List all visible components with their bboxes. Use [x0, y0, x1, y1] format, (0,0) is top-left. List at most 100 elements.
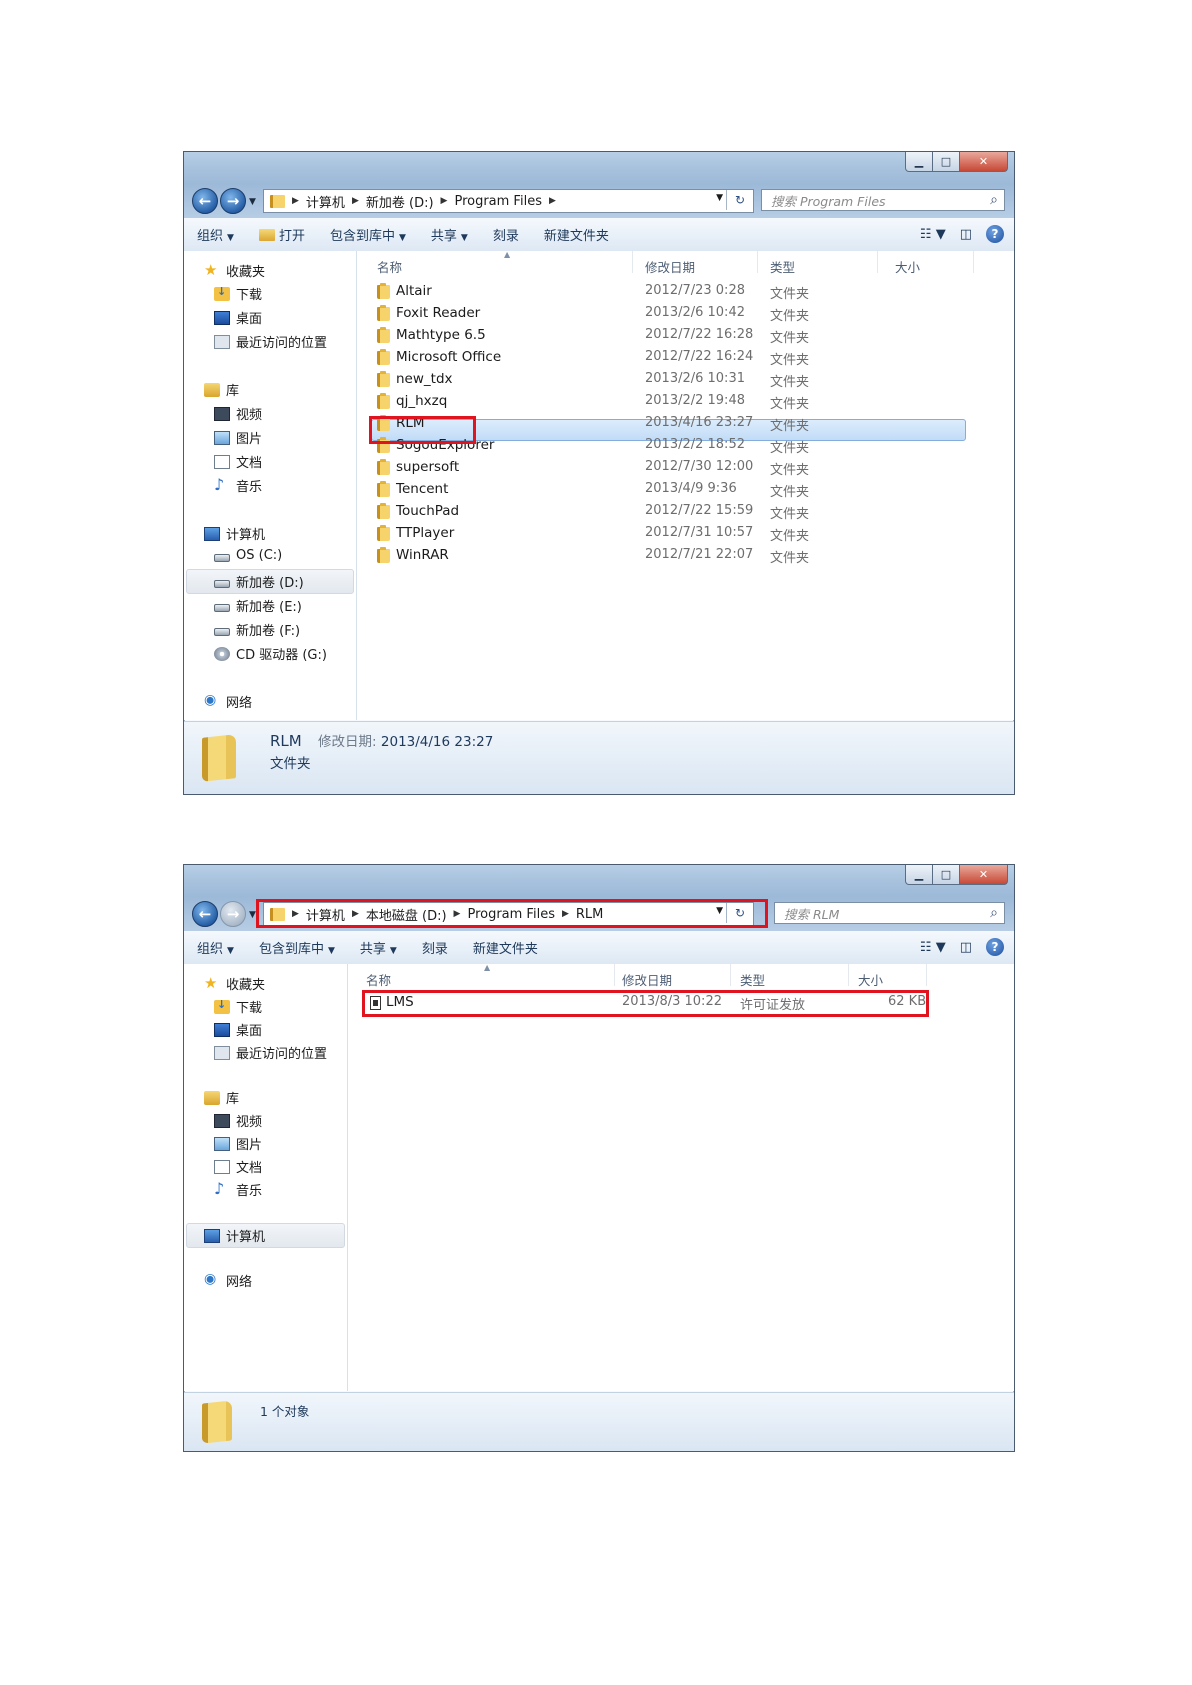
nav-desktop[interactable]: 桌面	[214, 1020, 262, 1039]
breadcrumb-segment[interactable]: 本地磁盘 (D:)	[366, 905, 447, 924]
column-divider[interactable]	[877, 251, 878, 273]
nav-favorites[interactable]: 收藏夹	[204, 261, 265, 281]
column-divider[interactable]	[632, 251, 633, 273]
preview-pane-icon[interactable]: ◫	[960, 227, 972, 242]
help-icon[interactable]: ?	[986, 225, 1004, 243]
column-type-header[interactable]: 类型	[770, 257, 795, 276]
refresh-icon[interactable]: ↻	[726, 190, 753, 210]
table-row[interactable]: WinRAR 2012/7/21 22:07 文件夹	[357, 545, 997, 567]
nav-videos[interactable]: 视频	[214, 404, 262, 423]
back-button[interactable]: ←	[192, 901, 218, 927]
nav-network[interactable]: 网络	[204, 692, 252, 712]
chevron-right-icon[interactable]: ▶	[562, 909, 569, 919]
breadcrumb-segment[interactable]: Program Files	[454, 194, 542, 209]
share-button[interactable]: 共享 ▼	[360, 938, 397, 957]
help-icon[interactable]: ?	[986, 938, 1004, 956]
nav-pictures[interactable]: 图片	[214, 428, 262, 447]
nav-network[interactable]: 网络	[204, 1271, 252, 1291]
chevron-right-icon[interactable]: ▶	[292, 909, 299, 919]
share-button[interactable]: 共享 ▼	[431, 225, 468, 244]
recent-pages-dropdown[interactable]: ▼	[249, 197, 256, 207]
table-row[interactable]: LMS 2013/8/3 10:22 许可证发放 62 KB	[348, 992, 948, 1014]
column-divider[interactable]	[757, 251, 758, 273]
table-row[interactable]: new_tdx 2013/2/6 10:31 文件夹	[357, 369, 997, 391]
table-row[interactable]: qj_hxzq 2013/2/2 19:48 文件夹	[357, 391, 997, 413]
close-button[interactable]: ✕	[959, 865, 1008, 885]
nav-drive-f[interactable]: 新加卷 (F:)	[214, 620, 300, 639]
nav-favorites[interactable]: 收藏夹	[204, 974, 265, 994]
breadcrumb-segment[interactable]: 计算机	[306, 192, 345, 211]
table-row[interactable]: TTPlayer 2012/7/31 10:57 文件夹	[357, 523, 997, 545]
nav-downloads[interactable]: 下载	[214, 284, 262, 303]
nav-drive-d[interactable]: 新加卷 (D:)	[214, 572, 304, 591]
nav-recent[interactable]: 最近访问的位置	[214, 1043, 327, 1062]
column-divider[interactable]	[848, 964, 849, 986]
burn-button[interactable]: 刻录	[422, 938, 448, 957]
chevron-right-icon[interactable]: ▶	[549, 196, 556, 206]
burn-button[interactable]: 刻录	[493, 225, 519, 244]
forward-button[interactable]: →	[220, 188, 246, 214]
nav-libraries[interactable]: 库	[204, 380, 239, 399]
breadcrumb-segment[interactable]: Program Files	[467, 907, 555, 922]
new-folder-button[interactable]: 新建文件夹	[473, 938, 538, 957]
forward-button[interactable]: →	[220, 901, 246, 927]
title-bar[interactable]: ▁ □ ✕	[184, 152, 1014, 184]
column-type-header[interactable]: 类型	[740, 970, 765, 989]
include-library-button[interactable]: 包含到库中 ▼	[330, 225, 406, 244]
nav-desktop[interactable]: 桌面	[214, 308, 262, 327]
table-row[interactable]: Altair 2012/7/23 0:28 文件夹	[357, 281, 997, 303]
search-input[interactable]: 搜索 Program Files ⌕	[761, 189, 1005, 211]
address-dropdown-icon[interactable]: ▼	[716, 906, 723, 916]
table-row[interactable]: TouchPad 2012/7/22 15:59 文件夹	[357, 501, 997, 523]
column-name-header[interactable]: 名称	[366, 970, 391, 989]
preview-pane-icon[interactable]: ◫	[960, 940, 972, 955]
new-folder-button[interactable]: 新建文件夹	[544, 225, 609, 244]
nav-libraries[interactable]: 库	[204, 1088, 239, 1107]
nav-pictures[interactable]: 图片	[214, 1134, 262, 1153]
include-library-button[interactable]: 包含到库中 ▼	[259, 938, 335, 957]
organize-button[interactable]: 组织 ▼	[197, 938, 234, 957]
nav-music[interactable]: 音乐	[214, 1179, 262, 1200]
column-date-header[interactable]: 修改日期	[622, 970, 672, 989]
nav-computer[interactable]: 计算机	[204, 1226, 265, 1245]
nav-downloads[interactable]: 下载	[214, 997, 262, 1016]
column-date-header[interactable]: 修改日期	[645, 257, 695, 276]
open-button[interactable]: 打开	[258, 225, 305, 244]
recent-pages-dropdown[interactable]: ▼	[249, 910, 256, 920]
breadcrumb-segment[interactable]: 新加卷 (D:)	[366, 192, 434, 211]
breadcrumb-segment[interactable]: RLM	[576, 907, 604, 922]
table-row[interactable]: SogouExplorer 2013/2/2 18:52 文件夹	[357, 435, 997, 457]
table-row[interactable]: Foxit Reader 2013/2/6 10:42 文件夹	[357, 303, 997, 325]
column-divider[interactable]	[614, 964, 615, 986]
nav-music[interactable]: 音乐	[214, 475, 262, 496]
close-button[interactable]: ✕	[959, 152, 1008, 172]
minimize-button[interactable]: ▁	[905, 152, 933, 172]
search-icon[interactable]: ⌕	[990, 905, 998, 921]
search-input[interactable]: 搜索 RLM ⌕	[774, 902, 1005, 924]
nav-drive-c[interactable]: OS (C:)	[214, 548, 282, 563]
minimize-button[interactable]: ▁	[905, 865, 933, 885]
table-row-selected[interactable]: RLM 2013/4/16 23:27 文件夹	[357, 413, 997, 435]
table-row[interactable]: Mathtype 6.5 2012/7/22 16:28 文件夹	[357, 325, 997, 347]
column-divider[interactable]	[730, 964, 731, 986]
nav-computer[interactable]: 计算机	[204, 524, 265, 543]
nav-documents[interactable]: 文档	[214, 452, 262, 471]
column-size-header[interactable]: 大小	[895, 257, 920, 276]
chevron-right-icon[interactable]: ▶	[352, 196, 359, 206]
search-icon[interactable]: ⌕	[990, 192, 998, 208]
refresh-icon[interactable]: ↻	[726, 903, 753, 923]
chevron-right-icon[interactable]: ▶	[292, 196, 299, 206]
chevron-right-icon[interactable]: ▶	[454, 909, 461, 919]
column-divider[interactable]	[973, 251, 974, 273]
address-dropdown-icon[interactable]: ▼	[716, 193, 723, 203]
table-row[interactable]: Tencent 2013/4/9 9:36 文件夹	[357, 479, 997, 501]
table-row[interactable]: Microsoft Office 2012/7/22 16:24 文件夹	[357, 347, 997, 369]
view-options-icon[interactable]: ☷ ▼	[920, 227, 946, 242]
title-bar[interactable]: ▁ □ ✕	[184, 865, 1014, 897]
nav-recent[interactable]: 最近访问的位置	[214, 332, 327, 351]
nav-documents[interactable]: 文档	[214, 1157, 262, 1176]
chevron-right-icon[interactable]: ▶	[352, 909, 359, 919]
back-button[interactable]: ←	[192, 188, 218, 214]
nav-drive-g[interactable]: CD 驱动器 (G:)	[214, 644, 327, 663]
column-name-header[interactable]: 名称	[377, 257, 402, 276]
